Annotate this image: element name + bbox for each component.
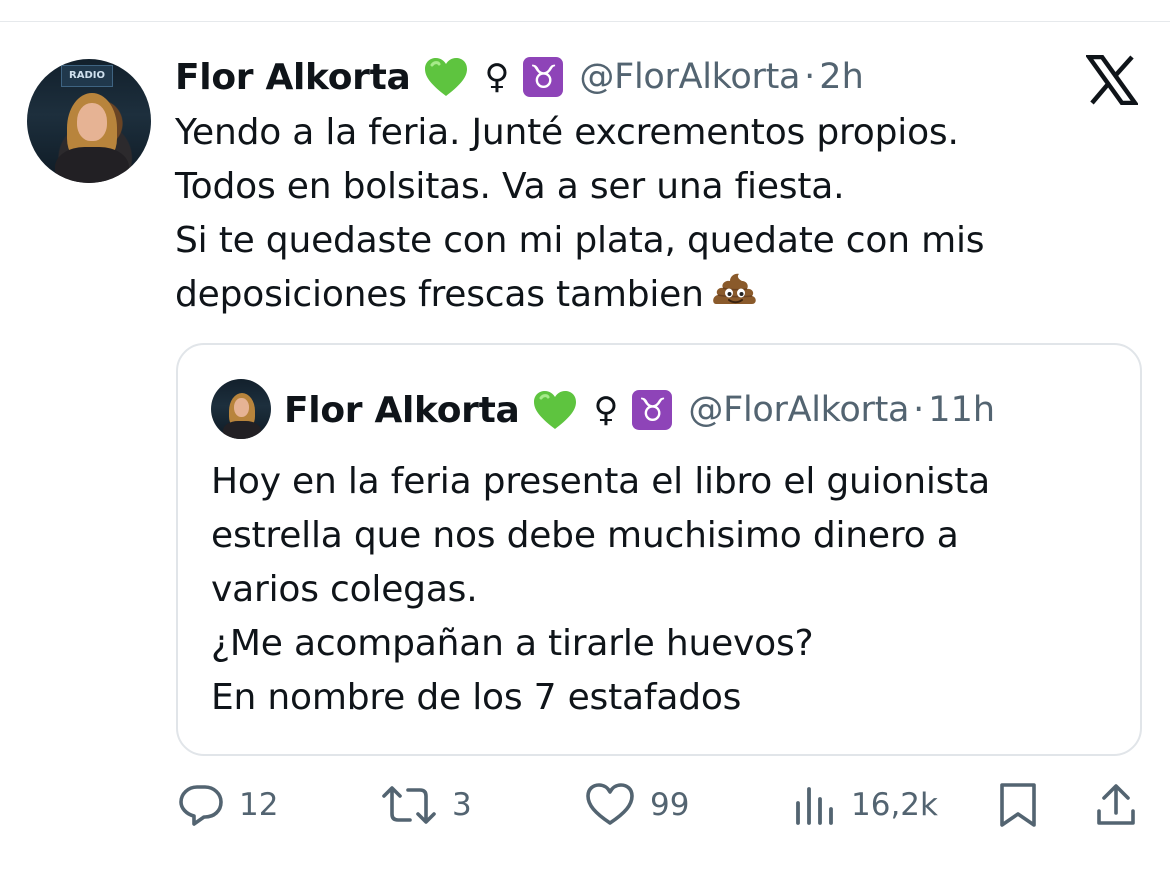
avatar-radio-sign: RADIO	[61, 65, 113, 87]
author-handle[interactable]: @FlorAlkorta	[579, 57, 800, 97]
reply-icon	[179, 785, 223, 826]
views-button[interactable]: 16,2k	[793, 775, 938, 835]
taurus-icon: ♉	[632, 390, 673, 430]
quoted-text-line: varios colegas.	[211, 569, 478, 610]
tweet-text-line-last: deposiciones frescas tambien	[175, 268, 1135, 324]
like-icon	[586, 783, 634, 825]
quoted-tweet-time: 11h	[928, 390, 996, 430]
share-button[interactable]	[1094, 775, 1138, 835]
bookmark-icon	[1000, 783, 1036, 827]
reply-count: 12	[239, 787, 279, 823]
quoted-text-line: estrella que nos debe muchisimo dinero a	[211, 515, 959, 556]
views-count: 16,2k	[851, 787, 938, 823]
quoted-author-avatar	[211, 379, 271, 439]
reply-button[interactable]: 12	[177, 775, 278, 835]
repost-icon	[382, 786, 436, 824]
quoted-text-line: Hoy en la feria presenta el libro el gui…	[211, 461, 991, 502]
author-avatar[interactable]: RADIO	[27, 59, 151, 183]
tweet-page: RADIO Flor Alkorta ♀ ♉ @FlorAlkorta · 2h…	[0, 0, 1170, 870]
quoted-author-handle: @FlorAlkorta	[688, 390, 910, 430]
x-logo-icon	[1086, 55, 1138, 105]
author-name[interactable]: Flor Alkorta	[175, 57, 411, 98]
action-bar: 12 3 99 16,2k	[0, 775, 1170, 835]
quoted-text-line: En nombre de los 7 estafados	[211, 677, 742, 718]
separator-dot: ·	[913, 390, 925, 430]
quoted-author-name: Flor Alkorta	[284, 389, 520, 431]
repost-count: 3	[452, 787, 472, 823]
like-button[interactable]: 99	[584, 775, 689, 835]
tweet-text-line: Si te quedaste con mi plata, quedate con…	[175, 220, 985, 261]
share-icon	[1097, 784, 1135, 825]
tweet-text-line: Todos en bolsitas. Va a ser una fiesta.	[175, 166, 845, 207]
pile-of-poo-icon	[712, 268, 758, 324]
tweet-header: Flor Alkorta ♀ ♉ @FlorAlkorta · 2h	[175, 52, 864, 102]
female-sign-icon: ♀	[484, 57, 510, 97]
separator-dot: ·	[804, 57, 816, 97]
quoted-tweet-header: Flor Alkorta ♀ ♉ @FlorAlkorta · 11h	[284, 385, 995, 435]
repost-button[interactable]: 3	[380, 775, 472, 835]
bookmark-button[interactable]	[996, 775, 1040, 835]
like-count: 99	[650, 787, 690, 823]
tweet-text-line: Yendo a la feria. Junté excrementos prop…	[175, 112, 959, 153]
taurus-icon: ♉	[523, 57, 564, 97]
top-divider	[0, 21, 1170, 22]
tweet-time[interactable]: 2h	[819, 57, 863, 97]
green-heart-icon	[532, 389, 578, 431]
quoted-text-line: ¿Me acompañan a tirarle huevos?	[211, 623, 814, 664]
green-heart-icon	[423, 56, 469, 98]
tweet-text: Yendo a la feria. Junté excrementos prop…	[175, 106, 1135, 324]
quoted-tweet-text: Hoy en la feria presenta el libro el gui…	[211, 455, 1111, 725]
female-sign-icon: ♀	[593, 390, 619, 430]
views-icon	[796, 787, 833, 825]
